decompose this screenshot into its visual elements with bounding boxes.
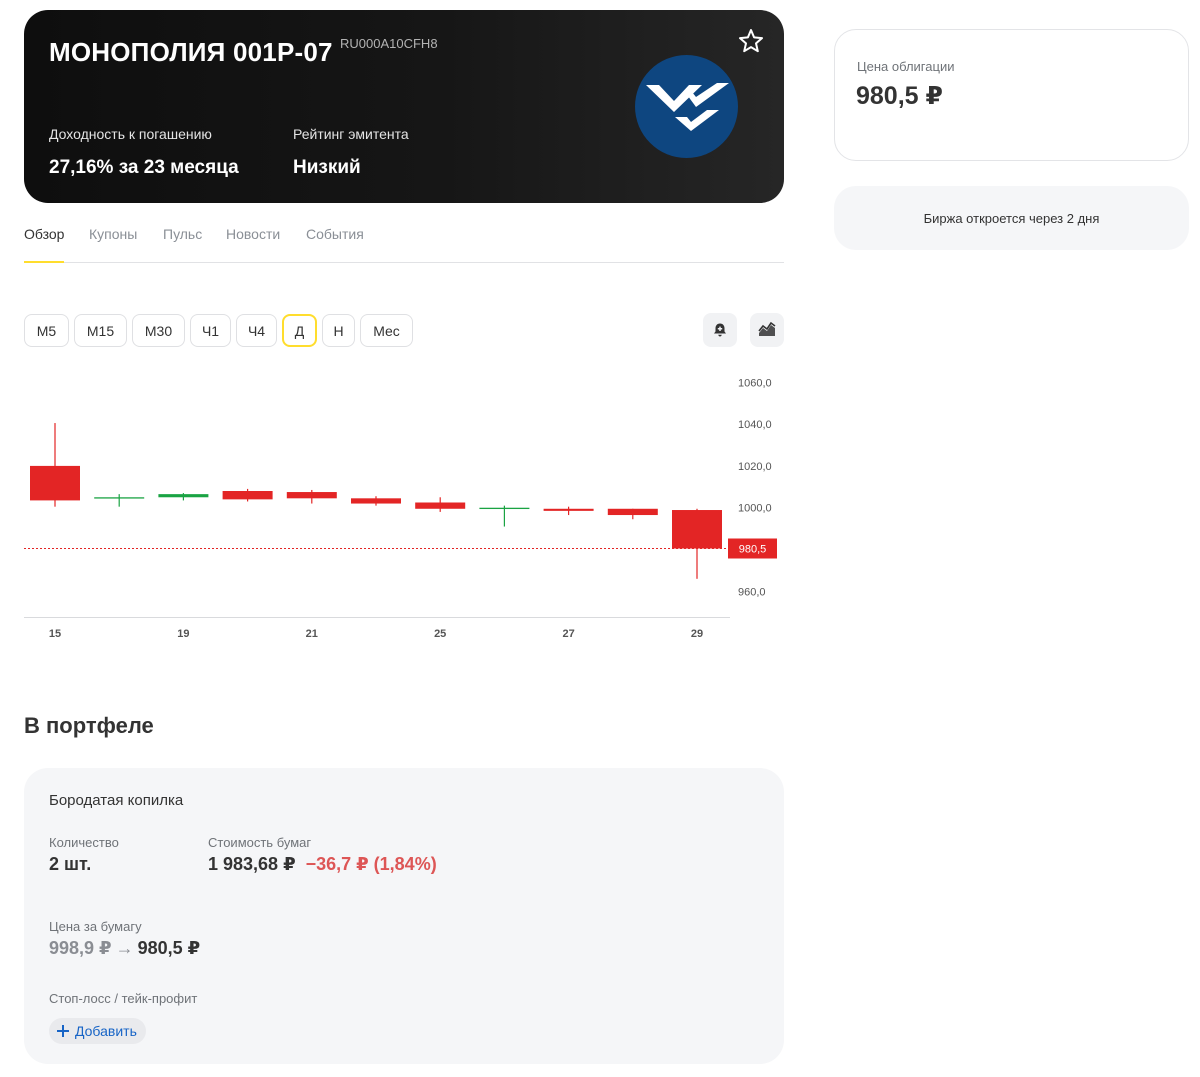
price-chart[interactable]: 1060,0 1040,0 1020,0 1000,0 960,0 15 19 21 25 27… [0, 360, 800, 660]
candle-body [94, 497, 145, 499]
price-per-bond-row: 998,9 ₽ → 980,5 ₽ [49, 938, 200, 959]
candle-body [351, 498, 401, 504]
candle [351, 496, 401, 506]
candle [607, 508, 658, 520]
portfolio-card: Бородатая копилка Количество 2 шт. Стоим… [24, 768, 784, 1064]
tab-overview[interactable]: Обзор [24, 226, 64, 242]
candle-body [158, 494, 209, 498]
x-tick-label: 25 [434, 628, 446, 640]
quantity-label: Количество [49, 835, 119, 850]
purchase-price: 998,9 ₽ [49, 938, 112, 958]
exchange-status-text: Биржа откроется через 2 дня [923, 210, 1100, 226]
current-price-tag-label: 980,5 [739, 544, 767, 556]
x-tick-label: 21 [306, 628, 318, 640]
candle-body [672, 510, 722, 549]
candle [222, 488, 273, 502]
exchange-status-card: Биржа откроется через 2 дня [834, 186, 1189, 250]
period-h4-button[interactable]: Ч4 [236, 314, 277, 347]
x-tick-label: 29 [691, 628, 703, 640]
x-tick-label: 19 [177, 628, 189, 640]
y-tick-label: 960,0 [738, 586, 766, 598]
quantity-value: 2 шт. [49, 854, 92, 874]
tab-pulse[interactable]: Пульс [163, 226, 202, 242]
y-tick-label: 1040,0 [738, 419, 772, 431]
tab-news[interactable]: Новости [226, 226, 280, 242]
candle-body [222, 491, 273, 500]
chart-type-button[interactable] [750, 313, 784, 347]
candle-body [607, 508, 658, 516]
cost-label: Стоимость бумаг [208, 835, 312, 850]
portfolio-section-title: В портфеле [24, 713, 154, 738]
candle [94, 494, 145, 507]
rating-metric: Рейтинг эмитента Низкий [293, 126, 409, 179]
candle-body [415, 502, 466, 509]
price-per-bond-label: Цена за бумагу [49, 919, 142, 934]
tab-events[interactable]: События [306, 226, 364, 242]
x-tick-label: 27 [562, 628, 574, 640]
issuer-logo [635, 55, 738, 158]
y-tick-label: 1000,0 [738, 503, 772, 515]
bond-isin: RU000A10CFH8 [340, 36, 438, 51]
current-bond-price: 980,5 ₽ [137, 938, 201, 958]
add-stop-loss-button[interactable]: Добавить [49, 1018, 146, 1044]
bond-title: МОНОПОЛИЯ 001P-07 [49, 37, 333, 67]
add-button-label: Добавить [75, 1023, 137, 1039]
rating-label: Рейтинг эмитента [293, 126, 409, 142]
candle-body [286, 492, 337, 499]
candle-body [543, 508, 594, 511]
tab-coupons[interactable]: Купоны [89, 226, 137, 242]
bell-plus-icon [714, 323, 726, 337]
cost-value: 1 983,68 ₽ [208, 854, 296, 874]
stop-loss-label: Стоп-лосс / тейк-профит [49, 991, 198, 1006]
candle [543, 506, 594, 516]
active-tab-indicator [24, 261, 64, 263]
bond-header-card: МОНОПОЛИЯ 001P-07 RU000A10CFH8 Доходност… [24, 10, 784, 203]
period-month-button[interactable]: Мес [360, 314, 413, 347]
candle [158, 493, 209, 501]
candle-body [30, 465, 80, 501]
y-tick-label: 1020,0 [738, 461, 772, 473]
bond-price-card: Цена облигации 980,5 ₽ [834, 29, 1189, 161]
candle [672, 508, 722, 579]
arrow-right-icon: → [115, 938, 134, 958]
candle-body [479, 507, 530, 510]
cost-change: −36,7 ₽ (1,84%) [305, 854, 437, 874]
period-m15-button[interactable]: M15 [74, 314, 127, 347]
candle [30, 423, 80, 507]
account-name: Бородатая копилка [49, 792, 184, 809]
star-icon[interactable] [736, 26, 766, 56]
candle [415, 497, 466, 512]
candle [286, 489, 337, 504]
tab-bar: Обзор Купоны Пульс Новости События [24, 218, 784, 263]
period-m5-button[interactable]: M5 [24, 314, 69, 347]
y-tick-label: 1060,0 [738, 377, 772, 389]
bond-price-label: Цена облигации [857, 59, 955, 74]
period-day-button[interactable]: Д [282, 314, 317, 347]
period-h1-button[interactable]: Ч1 [190, 314, 231, 347]
area-chart-icon [758, 321, 776, 336]
x-tick-label: 15 [49, 628, 61, 640]
period-week-button[interactable]: Н [322, 314, 355, 347]
plus-icon [57, 1025, 69, 1037]
rating-value: Низкий [293, 157, 361, 178]
bond-price-value: 980,5 ₽ [856, 82, 943, 110]
yield-metric: Доходность к погашению 27,16% за 23 меся… [49, 126, 239, 179]
period-m30-button[interactable]: M30 [132, 314, 185, 347]
cost-row: 1 983,68 ₽ −36,7 ₽ (1,84%) [208, 854, 437, 875]
yield-label: Доходность к погашению [49, 126, 212, 142]
price-alert-button[interactable] [703, 313, 737, 347]
yield-value: 27,16% за 23 месяца [49, 157, 239, 178]
candle [479, 505, 530, 527]
